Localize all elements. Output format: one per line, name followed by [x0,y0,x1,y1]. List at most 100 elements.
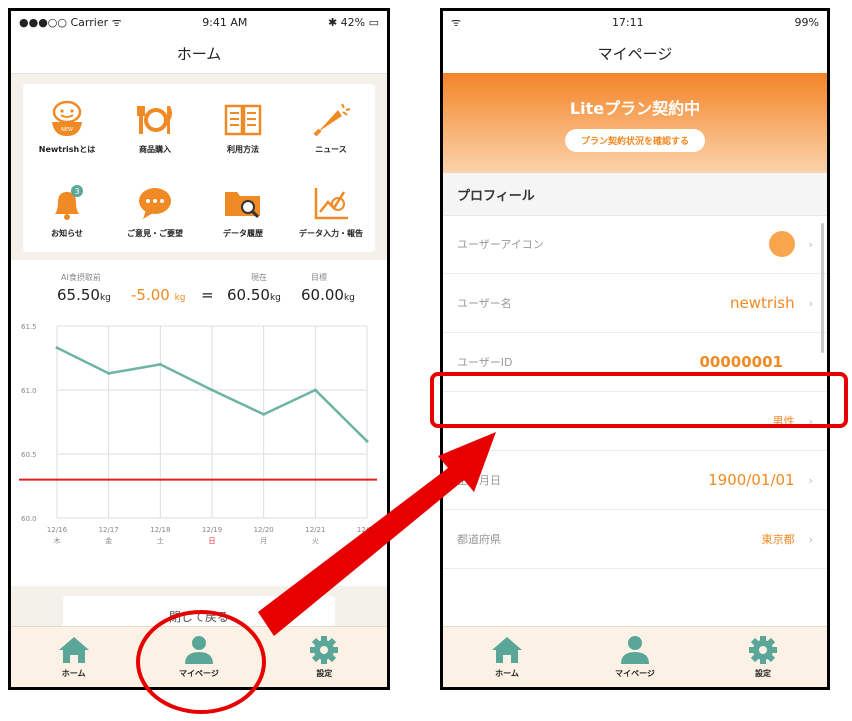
tab-label: 設定 [316,669,333,678]
mypage-screen: ᯤ 17:11 99% マイページ Liteプラン契約中 プラン契約状況を確認す… [440,8,830,690]
clock-text: 9:41 AM [202,15,248,29]
menu-grid: NEW Newtrishとは 商品購入 利用方法 ニュース 3 お知らせ ご意見… [23,84,375,252]
weight-diff: -5.00 kg [131,286,186,304]
menu-item-usage[interactable]: 利用方法 [199,84,287,168]
folder-search-icon [225,191,260,218]
status-bar: ᯤ 17:11 99% [443,11,827,33]
menu-item-history[interactable]: データ履歴 [199,168,287,252]
plan-title: Liteプラン契約中 [569,98,701,118]
x-tick-label: 12/21 [305,526,325,534]
person-icon [621,636,649,664]
row-user-name[interactable]: ユーザー名 newtrish › [443,274,827,333]
weight-data-point [365,439,369,443]
before-label: AI食摂取前 [61,273,101,282]
signal-text: ᯤ [451,15,462,29]
plan-check-button[interactable]: プラン契約状況を確認する [564,128,705,152]
notice-badge: 3 [74,187,79,196]
dining-icon [137,105,172,134]
current-label: 現在 [251,273,267,282]
menu-item-input[interactable]: データ入力・報告 [287,168,375,252]
scrollbar[interactable] [821,223,824,353]
x-tick-label: 12/19 [202,526,222,534]
weight-summary: AI食摂取前 65.50kg -5.00 kg = 現在 60.50kg 目標 … [11,272,387,312]
menu-item-purchase[interactable]: 商品購入 [111,84,199,168]
weight-data-point [210,388,214,392]
menu-label: お知らせ [51,228,83,238]
battery-text: ✱ 42% ▭ [327,15,379,29]
equals-sign: = [201,286,214,304]
home-icon [58,637,89,663]
target-label: 目標 [311,273,327,282]
book-icon [224,104,262,135]
bowl-icon: NEW [52,100,82,136]
row-label: ユーザーアイコン [457,238,544,251]
weight-data-point [107,371,111,375]
battery-text: 99% [794,15,819,29]
current-weight: 60.50kg [227,286,281,304]
menu-item-about[interactable]: NEW Newtrishとは [23,84,111,168]
y-tick-label: 61.0 [21,387,37,395]
x-weekday-label: 月 [260,537,267,545]
row-label: 都道府県 [457,533,501,546]
page-title: ホーム [11,33,387,74]
avatar-icon [768,231,795,257]
chevron-right-icon: › [808,532,813,546]
row-user-icon[interactable]: ユーザーアイコン › [443,215,827,274]
x-tick-label: 12/20 [254,526,274,534]
x-tick-label: 12/22 [357,526,377,534]
tab-mypage[interactable]: マイページ [595,635,675,679]
tab-settings[interactable]: 設定 [284,635,364,679]
weight-chart-card: AI食摂取前 65.50kg -5.00 kg = 現在 60.50kg 目標 … [11,260,387,586]
megaphone-icon [313,103,351,136]
menu-item-feedback[interactable]: ご意見・ご要望 [111,168,199,252]
highlight-user-id-box [430,372,848,428]
tab-home[interactable]: ホーム [34,635,114,679]
tab-settings[interactable]: 設定 [723,635,803,679]
menu-label: ご意見・ご要望 [127,228,183,238]
chevron-right-icon: › [808,237,813,251]
home-icon [492,637,522,663]
tab-label: 設定 [755,669,771,678]
x-weekday-label: 木 [54,536,61,545]
menu-label: ニュース [315,144,347,154]
prefecture-value: 東京都 [761,533,795,546]
x-tick-label: 12/18 [150,526,170,534]
x-weekday-label: 土 [157,536,164,545]
weight-line-chart: 61.5 61.0 60.5 60.0 12/16 木 12/17 金 12/18 土 12/19 日… [19,323,377,545]
row-label: ユーザー名 [457,297,512,310]
weight-data-point [158,362,162,366]
x-weekday-label: 日 [209,537,216,545]
tab-label: マイページ [615,669,655,678]
tab-home[interactable]: ホーム [467,635,547,679]
graph-input-icon [314,187,348,219]
y-tick-label: 60.5 [21,451,37,459]
tab-bar: ホーム マイページ 設定 [443,626,827,687]
menu-label: 利用方法 [227,144,259,154]
tab-label: ホーム [495,669,519,678]
weight-data-point [262,412,266,416]
x-tick-label: 12/17 [99,526,119,534]
x-weekday-label: 金 [105,536,112,545]
birthday-value: 1900/01/01 [708,471,795,489]
y-tick-label: 61.5 [21,323,37,331]
chat-bubble-icon [139,187,171,219]
svg-text:NEW: NEW [61,127,73,133]
row-birthday[interactable]: 生年月日 1900/01/01 › [443,451,827,510]
row-prefecture[interactable]: 都道府県 東京都 › [443,510,827,569]
x-tick-label: 12/16 [47,526,68,534]
menu-label: データ入力・報告 [299,228,363,238]
menu-label: 商品購入 [139,144,171,154]
home-screen: ●●●○○ Carrier ᯤ 9:41 AM ✱ 42% ▭ ホーム NEW … [8,8,390,690]
menu-item-notice[interactable]: 3 お知らせ [23,168,111,252]
menu-item-news[interactable]: ニュース [287,84,375,168]
target-weight: 60.00kg [301,286,355,304]
before-weight: 65.50kg [57,286,111,304]
menu-label: Newtrishとは [38,144,96,154]
carrier-text: ●●●○○ Carrier ᯤ [19,15,122,29]
chevron-right-icon: › [808,296,813,310]
weight-data-point [313,388,317,392]
tab-label: ホーム [61,669,86,678]
user-id-value: 00000001 [699,353,784,371]
bell-icon: 3 [55,184,83,220]
plan-banner: Liteプラン契約中 プラン契約状況を確認する [443,73,827,173]
